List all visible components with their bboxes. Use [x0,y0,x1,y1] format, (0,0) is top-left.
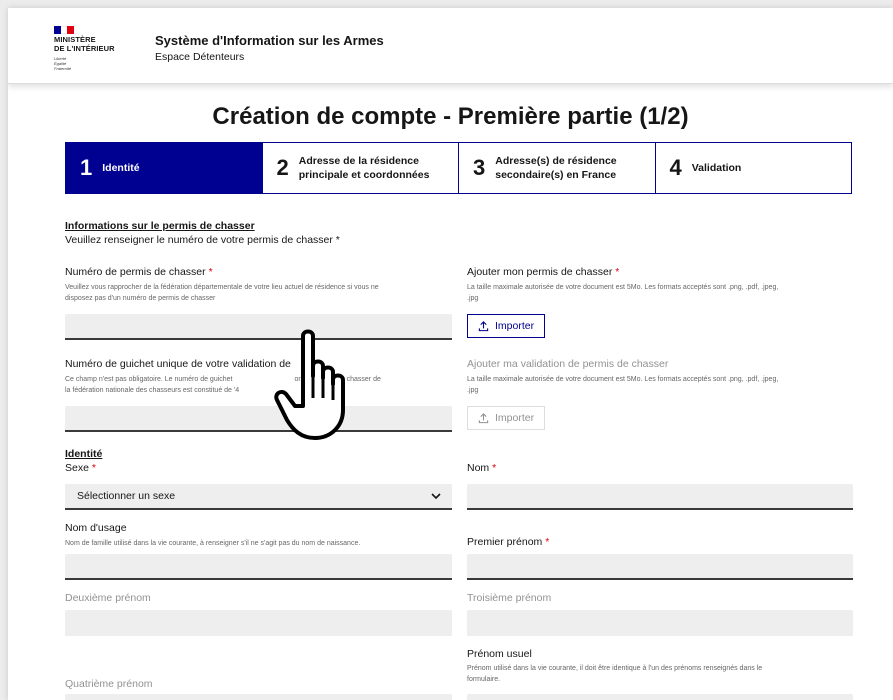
step-1-identite: 1 Identité [66,143,263,193]
service-title: Système d'Information sur les Armes [155,33,384,48]
page-title: Création de compte - Première partie (1/… [212,103,689,130]
prenom-usuel-input[interactable] [467,694,853,700]
nom-usage-label: Nom d'usage [65,522,127,534]
import-validation-button[interactable]: Importer [467,406,546,430]
import-permis-button[interactable]: Importer [467,314,546,338]
upload-icon [478,320,489,331]
troisieme-prenom-input[interactable] [467,610,853,636]
permis-intro: Veuillez renseigner le numéro de votre p… [65,234,340,246]
quatrieme-prenom-input[interactable] [65,694,452,700]
service-name[interactable]: Système d'Information sur les Armes Espa… [155,33,384,63]
guichet-input[interactable] [65,406,452,432]
prenom-usuel-hint: Prénom utilisé dans la vie courante, il … [467,665,763,683]
step-number: 3 [473,155,486,180]
upload-icon [478,412,489,423]
site-header: MINISTÈRE DE L'INTÉRIEUR Liberté Égalité… [8,8,893,84]
nom-input[interactable] [467,484,853,510]
deuxieme-prenom-label: Deuxième prénom [65,592,151,604]
flag-icon [54,26,75,34]
step-label: Adresse(s) de résidence secondaire(s) en … [495,155,617,181]
premier-prenom-input[interactable] [467,554,853,580]
step-label: Adresse de la résidence principale et coo… [298,155,430,181]
step-4-validation: 4 Validation [655,143,851,193]
service-subtitle: Espace Détenteurs [155,51,245,63]
validation-upload-hint: La taille maximale autorisée de votre do… [467,376,779,394]
premier-prenom-label: Premier prénom * [467,536,550,548]
permis-number-label: Numéro de permis de chasser * [65,266,213,278]
validation-upload-label: Ajouter ma validation de permis de chass… [467,358,669,370]
guichet-label: Numéro de guichet unique de votre valida… [65,358,291,370]
step-label: Validation [691,162,742,174]
deuxieme-prenom-input[interactable] [65,610,452,636]
permis-section-title: Informations sur le permis de chasser [65,220,255,232]
step-3-adresses-secondaires: 3 Adresse(s) de résidence secondaire(s) e… [459,143,656,193]
chevron-down-icon [431,493,441,500]
step-label: Identité [102,162,140,174]
troisieme-prenom-label: Troisième prénom [467,592,552,604]
quatrieme-prenom-label: Quatrième prénom [65,678,153,690]
sexe-select[interactable]: Sélectionner un sexe [65,484,452,510]
sexe-label: Sexe * [65,462,96,474]
logo-line-2: DE L'INTÉRIEUR [54,43,115,53]
nom-usage-input[interactable] [65,554,452,580]
permis-upload-label: Ajouter mon permis de chasser * [467,266,620,278]
page: MINISTÈRE DE L'INTÉRIEUR Liberté Égalité… [8,8,893,700]
logo-motto: Liberté Égalité Fraternité [54,56,72,71]
step-number: 1 [80,155,93,180]
step-number: 4 [669,155,682,180]
ministry-logo[interactable]: MINISTÈRE DE L'INTÉRIEUR Liberté Égalité… [54,26,126,71]
identite-section-title: Identité [65,448,103,460]
permis-number-hint: Veuillez vous rapprocher de la fédératio… [65,284,379,302]
permis-upload-hint: La taille maximale autorisée de votre do… [467,284,779,302]
stepper: 1 Identité 2 Adresse de la résidence prin… [65,142,852,194]
prenom-usuel-label: Prénom usuel [467,648,532,660]
step-2-adresse-principale: 2 Adresse de la résidence principale et c… [262,143,459,193]
nom-usage-hint: Nom de famille utilisé dans la vie coura… [65,540,361,547]
pointer-hand-icon [274,329,345,440]
step-number: 2 [276,155,289,180]
nom-label: Nom * [467,462,497,474]
permis-number-input[interactable] [65,314,452,340]
